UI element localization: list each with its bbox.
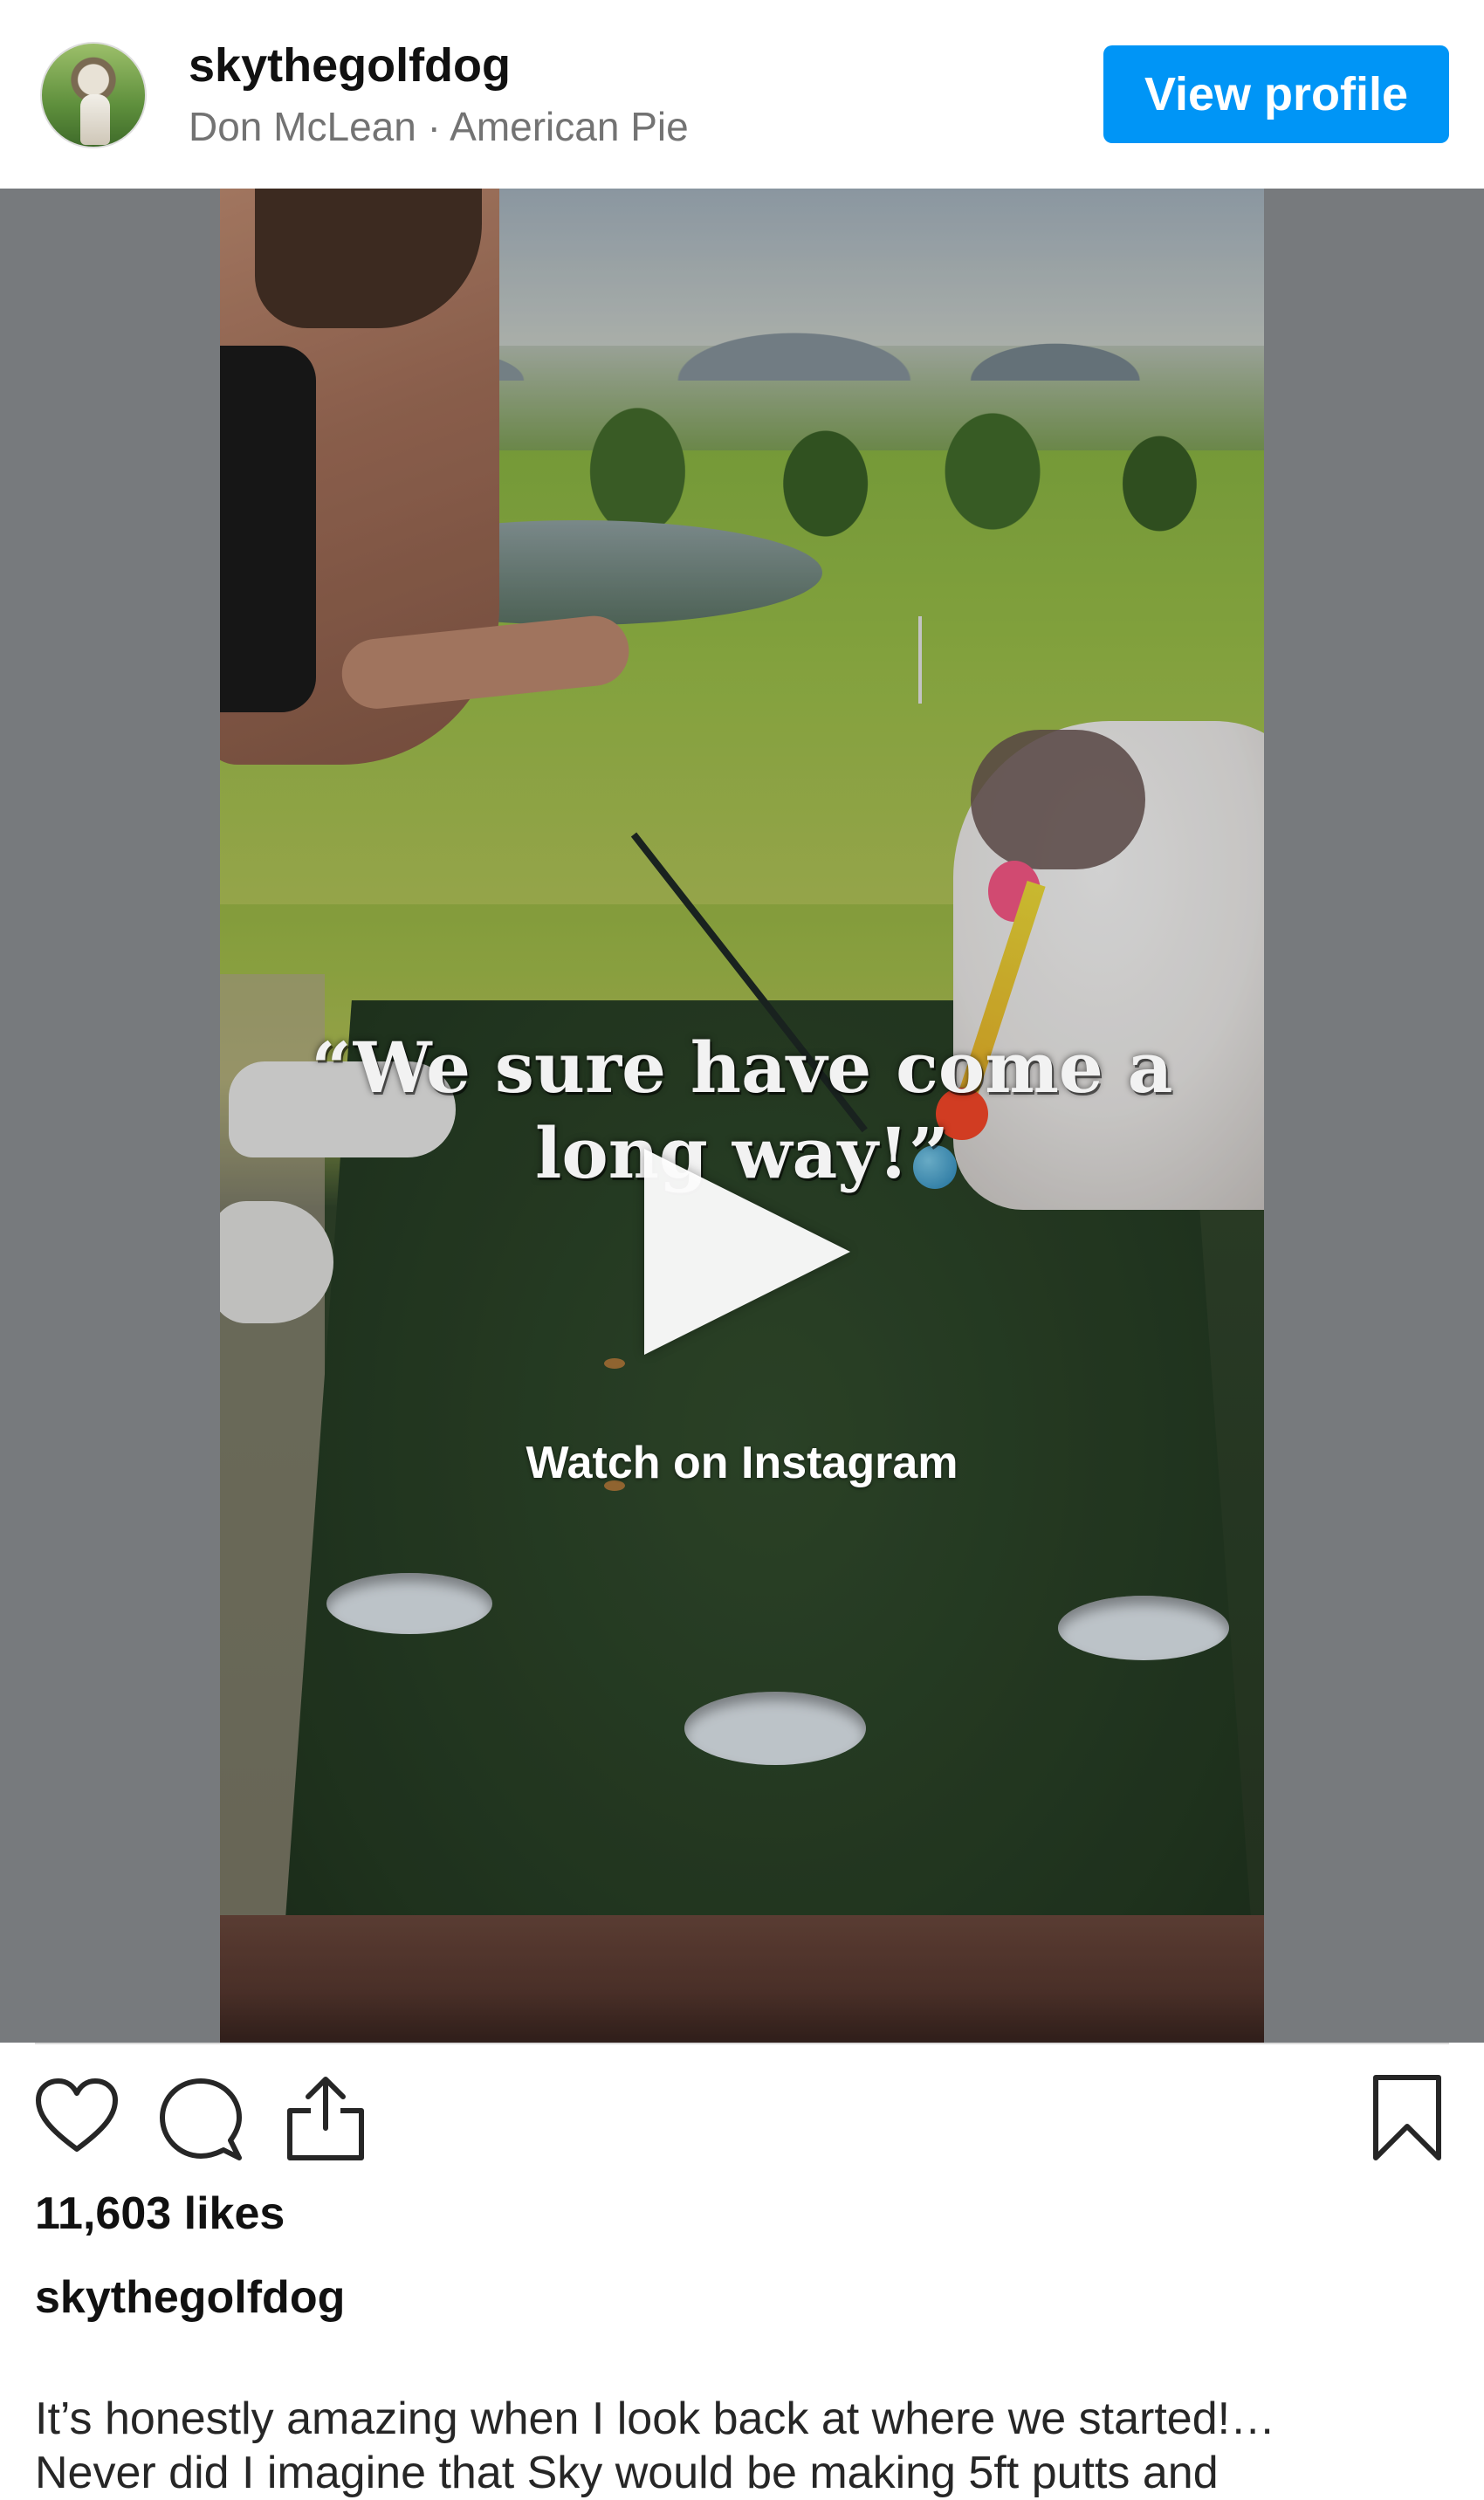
like-count[interactable]: 11,603 likes [35,2188,285,2240]
share-icon[interactable] [285,2072,367,2163]
watch-on-instagram-link[interactable]: Watch on Instagram [220,1437,1264,1489]
caption: It’s honestly amazing when I look back a… [35,2392,1449,2500]
avatar-dog-figure [80,94,110,145]
caption-username[interactable]: skythegolfdog [35,2271,345,2324]
heart-icon[interactable] [33,2076,120,2154]
avatar[interactable] [40,42,147,148]
caption-line: It’s honestly amazing when I look back a… [35,2394,1276,2444]
video-caption-line: “We sure have come a [311,1027,1173,1109]
media-container[interactable]: “We sure have come a long way!” Watch on… [0,189,1484,2043]
username[interactable]: skythegolfdog [189,38,511,93]
comment-icon[interactable] [157,2076,244,2163]
divider [35,2043,1449,2044]
bookmark-icon[interactable] [1371,2072,1444,2163]
play-icon[interactable] [644,1149,850,1355]
view-profile-button[interactable]: View profile [1103,45,1449,143]
song-attribution[interactable]: Don McLean · American Pie [189,103,689,150]
caption-line: Never did I imagine that Sky would be ma… [35,2448,1219,2498]
post-header: skythegolfdog Don McLean · American Pie … [0,0,1484,189]
